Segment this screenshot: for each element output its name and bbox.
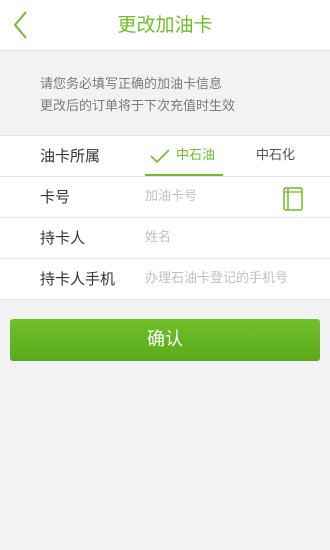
- option-sinopec[interactable]: 中石油: [145, 136, 223, 176]
- card-scan-button[interactable]: [283, 187, 303, 211]
- notice-text: 请您务必填写正确的加油卡信息 更改后的订单将于下次充值时生效: [40, 74, 310, 118]
- card-number-row: 卡号 加油卡号: [0, 177, 330, 218]
- holder-phone-label: 持卡人手机: [40, 270, 116, 288]
- confirm-button[interactable]: 确认: [10, 319, 320, 361]
- card-scan-icon: [283, 187, 303, 211]
- holder-phone-row: 持卡人手机 办理石油卡登记的手机号: [0, 259, 330, 300]
- option-petrochina-label: 中石化: [256, 148, 296, 163]
- card-number-input[interactable]: 加油卡号: [145, 177, 197, 217]
- top-bar: 更改加油卡: [0, 0, 330, 51]
- card-owner-row: 油卡所属 中石油 中石化: [0, 136, 330, 177]
- page-title: 更改加油卡: [117, 14, 213, 36]
- holder-phone-input[interactable]: 办理石油卡登记的手机号: [145, 259, 288, 299]
- card-holder-input[interactable]: 姓名: [145, 218, 171, 258]
- checkmark-icon: [150, 149, 170, 163]
- option-sinopec-label: 中石油: [176, 148, 216, 163]
- option-petrochina[interactable]: 中石化: [256, 136, 295, 176]
- card-number-label: 卡号: [40, 188, 71, 206]
- card-holder-label: 持卡人: [40, 229, 86, 247]
- notice-line-1: 请您务必填写正确的加油卡信息: [40, 77, 223, 92]
- card-owner-label: 油卡所属: [40, 147, 101, 165]
- card-form: 油卡所属 中石油 中石化 卡号 加油卡号 持卡人 姓名 持卡人手机 办理石油卡登…: [0, 135, 330, 300]
- card-holder-row: 持卡人 姓名: [0, 218, 330, 259]
- notice-line-2: 更改后的订单将于下次充值时生效: [40, 99, 236, 114]
